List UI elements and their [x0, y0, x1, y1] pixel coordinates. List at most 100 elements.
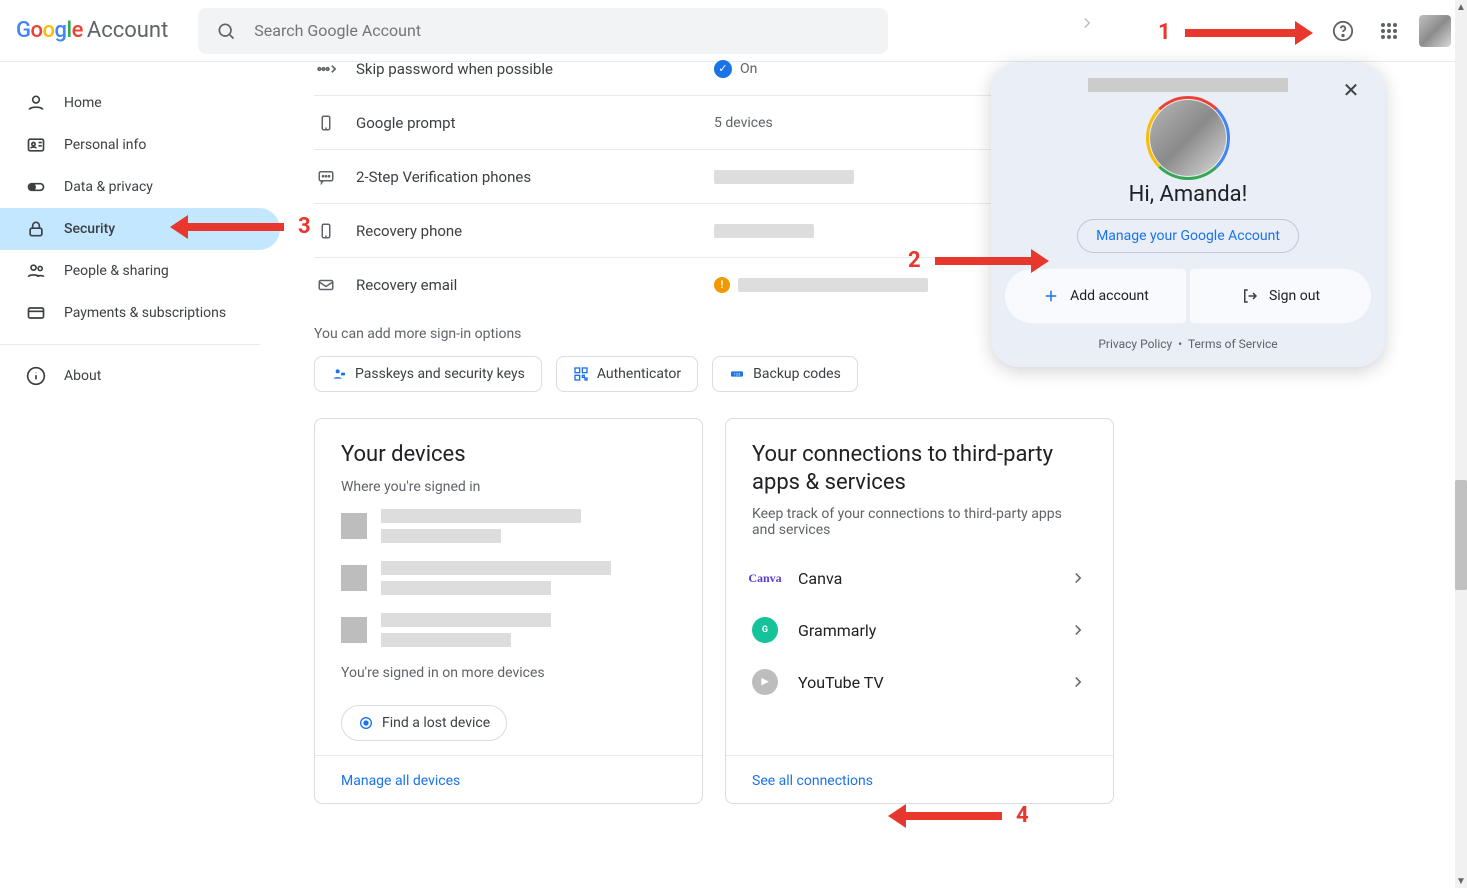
sidebar-item-label: Payments & subscriptions — [64, 305, 226, 321]
chip-backup-codes[interactable]: 123 Backup codes — [712, 356, 858, 392]
sidebar-item-personal-info[interactable]: Personal info — [0, 124, 280, 166]
row-label: Recovery phone — [356, 222, 696, 240]
svg-text:123: 123 — [734, 371, 741, 376]
warning-icon: ! — [714, 277, 730, 293]
tab-scroll-right-icon[interactable] — [1078, 14, 1096, 32]
see-all-connections-link[interactable]: See all connections — [752, 773, 873, 789]
redacted-value — [381, 581, 551, 595]
sidebar-item-label: Personal info — [64, 137, 146, 153]
logo-google: Google — [16, 18, 83, 43]
chevron-right-icon — [1069, 569, 1087, 587]
chip-label: Passkeys and security keys — [355, 366, 525, 382]
grammarly-icon: G — [752, 617, 778, 643]
popover-greeting: Hi, Amanda! — [1005, 182, 1371, 207]
button-label: Find a lost device — [382, 715, 490, 731]
sign-out-button[interactable]: Sign out — [1190, 269, 1371, 323]
connection-label: Grammarly — [798, 621, 876, 640]
codes-icon: 123 — [729, 366, 745, 382]
device-icon — [341, 617, 367, 643]
row-label: Google prompt — [356, 114, 696, 132]
devices-title: Your devices — [341, 441, 676, 469]
manage-account-button[interactable]: Manage your Google Account — [1077, 219, 1299, 253]
chevron-right-icon — [1069, 621, 1087, 639]
apps-icon[interactable] — [1373, 15, 1405, 47]
device-icon — [341, 513, 367, 539]
redacted-value — [714, 224, 814, 238]
passkey-icon — [331, 366, 347, 382]
sign-out-icon — [1241, 287, 1259, 305]
find-lost-device-button[interactable]: Find a lost device — [341, 705, 507, 741]
logo[interactable]: Google Account — [16, 18, 168, 43]
sidebar-item-security[interactable]: Security — [0, 208, 280, 250]
scrollbar-up-arrow[interactable]: ▲ — [1455, 0, 1467, 14]
sidebar-item-people-sharing[interactable]: People & sharing — [0, 250, 280, 292]
scrollbar-down-arrow[interactable]: ▼ — [1455, 874, 1467, 888]
device-icon — [341, 565, 367, 591]
device-item[interactable] — [341, 509, 676, 543]
row-value: 5 devices — [714, 115, 773, 131]
redacted-value — [381, 561, 611, 575]
sidebar-item-payments[interactable]: Payments & subscriptions — [0, 292, 280, 334]
popover-email-redacted — [1088, 78, 1288, 92]
chip-passkeys[interactable]: Passkeys and security keys — [314, 356, 542, 392]
connections-title: Your connections to third-party apps & s… — [752, 441, 1087, 496]
button-label: Add account — [1070, 288, 1149, 304]
device-item[interactable] — [341, 613, 676, 647]
redacted-value — [381, 529, 501, 543]
redacted-value — [381, 613, 551, 627]
mail-icon — [317, 276, 335, 294]
sidebar-item-label: Data & privacy — [64, 179, 153, 195]
connection-item-youtube-tv[interactable]: ▶ YouTube TV — [752, 656, 1087, 708]
phone-icon — [317, 114, 335, 132]
add-account-button[interactable]: Add account — [1005, 269, 1186, 323]
sidebar-item-about[interactable]: About — [0, 355, 280, 397]
button-label: Sign out — [1269, 288, 1320, 304]
sidebar-separator — [0, 344, 260, 345]
scrollbar-thumb[interactable] — [1455, 480, 1467, 590]
account-popover: ✕ Hi, Amanda! Manage your Google Account… — [991, 62, 1385, 367]
connections-card: Your connections to third-party apps & s… — [725, 418, 1114, 804]
annotation-4: 4 — [888, 803, 1029, 828]
qr-icon — [573, 366, 589, 382]
redacted-value — [738, 278, 928, 292]
row-label: 2-Step Verification phones — [356, 168, 696, 186]
devices-card: Your devices Where you're signed in You'… — [314, 418, 703, 804]
connections-subtitle: Keep track of your connections to third-… — [752, 506, 1087, 538]
terms-of-service-link[interactable]: Terms of Service — [1188, 337, 1278, 351]
skip-password-icon — [316, 59, 336, 79]
help-icon[interactable] — [1327, 15, 1359, 47]
sidebar-item-label: Security — [64, 221, 115, 237]
redacted-value — [381, 509, 581, 523]
manage-all-devices-link[interactable]: Manage all devices — [341, 773, 460, 789]
connection-label: YouTube TV — [798, 673, 884, 692]
devices-more-text: You're signed in on more devices — [341, 665, 676, 681]
sidebar-item-data-privacy[interactable]: Data & privacy — [0, 166, 280, 208]
chip-authenticator[interactable]: Authenticator — [556, 356, 698, 392]
connection-label: Canva — [798, 569, 842, 588]
account-avatar[interactable] — [1419, 15, 1451, 47]
chevron-right-icon — [1069, 673, 1087, 691]
search-input[interactable] — [254, 21, 870, 40]
sidebar-item-label: Home — [64, 95, 102, 111]
search-icon — [216, 21, 236, 41]
page-scrollbar[interactable]: ▲ ▼ — [1455, 0, 1467, 888]
canva-icon: Canva — [752, 565, 778, 591]
sidebar-item-home[interactable]: Home — [0, 82, 280, 124]
redacted-value — [381, 633, 511, 647]
connection-item-canva[interactable]: Canva Canva — [752, 552, 1087, 604]
device-icon — [317, 222, 335, 240]
devices-subtitle: Where you're signed in — [341, 479, 676, 495]
sidebar-item-label: People & sharing — [64, 263, 169, 279]
chip-label: Backup codes — [753, 366, 841, 382]
check-icon: ✓ — [714, 60, 732, 78]
privacy-policy-link[interactable]: Privacy Policy — [1098, 337, 1172, 351]
popover-avatar — [1150, 100, 1226, 176]
row-label: Skip password when possible — [356, 60, 696, 78]
sidebar: Home Personal info Data & privacy Securi… — [0, 62, 280, 397]
popover-close-button[interactable]: ✕ — [1337, 76, 1365, 104]
sidebar-item-label: About — [64, 368, 101, 384]
target-icon — [358, 715, 374, 731]
connection-item-grammarly[interactable]: G Grammarly — [752, 604, 1087, 656]
plus-icon — [1042, 287, 1060, 305]
device-item[interactable] — [341, 561, 676, 595]
